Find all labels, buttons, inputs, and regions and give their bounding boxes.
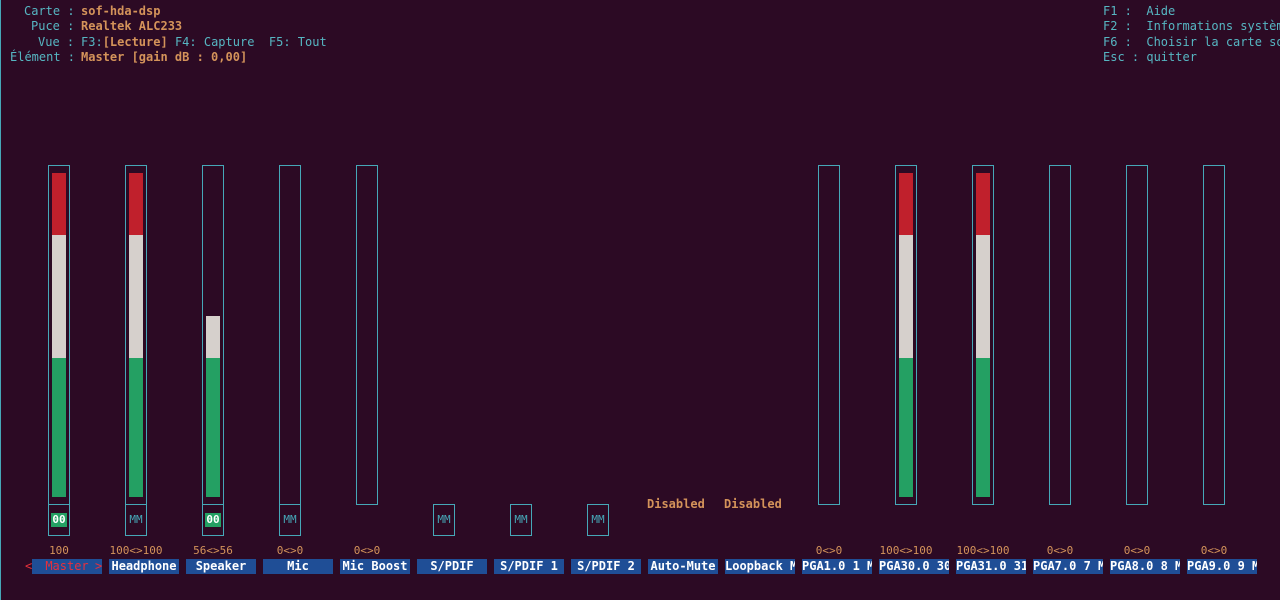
volume-bar-mic[interactable] — [279, 165, 301, 505]
selection-arrow-left: < — [25, 559, 33, 573]
control-name-speaker[interactable]: Speaker — [186, 559, 256, 574]
control-name-s-pdif-1[interactable]: S/PDIF 1 — [494, 559, 564, 574]
volume-value: 56<>56 — [193, 544, 233, 557]
selection-arrow-right: > — [95, 559, 103, 573]
control-name-s-pdif[interactable]: S/PDIF — [417, 559, 487, 574]
volume-bar-pga8-0-8-m[interactable] — [1126, 165, 1148, 505]
volume-fill-white — [976, 234, 990, 358]
mute-toggle-mic[interactable]: MM — [279, 504, 301, 536]
volume-bar-pga30-0-30[interactable] — [895, 165, 917, 505]
control-name-pga9-0-9-m[interactable]: PGA9.0 9 M — [1187, 559, 1257, 574]
control-name-master[interactable]: Master — [32, 559, 102, 574]
control-name-mic-boost[interactable]: Mic Boost — [340, 559, 410, 574]
volume-value: 0<>0 — [276, 544, 304, 557]
volume-bar-pga1-0-1-m[interactable] — [818, 165, 840, 505]
volume-value: 0<>0 — [353, 544, 381, 557]
control-name-pga1-0-1-m[interactable]: PGA1.0 1 M — [802, 559, 872, 574]
control-name-pga8-0-8-m[interactable]: PGA8.0 8 M — [1110, 559, 1180, 574]
control-name-pga31-0-31[interactable]: PGA31.0 31 — [956, 559, 1026, 574]
view-f3-value[interactable]: [Lecture] — [103, 35, 168, 49]
volume-fill-green — [206, 357, 220, 497]
volume-fill-green — [899, 357, 913, 497]
volume-bar-pga9-0-9-m[interactable] — [1203, 165, 1225, 505]
help-f2: F2 : Informations système — [1103, 19, 1280, 33]
volume-bar-mic-boost[interactable] — [356, 165, 378, 505]
control-name-mic[interactable]: Mic — [263, 559, 333, 574]
volume-value: 100<>100 — [956, 544, 1010, 557]
volume-fill-red — [899, 173, 913, 235]
volume-value: 0<>0 — [1200, 544, 1228, 557]
mute-toggle-s-pdif-2[interactable]: MM — [587, 504, 609, 536]
control-name-loopback-m[interactable]: Loopback M — [725, 559, 795, 574]
mute-toggle-master[interactable]: 00 — [48, 504, 70, 536]
volume-bar-pga31-0-31[interactable] — [972, 165, 994, 505]
mute-toggle-speaker[interactable]: 00 — [202, 504, 224, 536]
mute-state: MM — [514, 513, 528, 526]
mute-state: MM — [283, 513, 297, 526]
volume-fill-white — [899, 234, 913, 358]
volume-fill-green — [976, 357, 990, 497]
volume-fill-white — [52, 234, 66, 358]
volume-value: 100<>100 — [109, 544, 163, 557]
view-f4[interactable]: F4: Capture — [168, 35, 254, 49]
control-name-headphone[interactable]: Headphone — [109, 559, 179, 574]
volume-bar-headphone[interactable] — [125, 165, 147, 505]
volume-value: 100<>100 — [879, 544, 933, 557]
volume-value: 0<>0 — [1046, 544, 1074, 557]
status-text: Disabled — [724, 497, 782, 511]
volume-fill-red — [52, 173, 66, 235]
mute-toggle-s-pdif[interactable]: MM — [433, 504, 455, 536]
element-value: Master [gain dB : 0,00] — [81, 50, 248, 64]
mute-state: MM — [437, 513, 451, 526]
view-f5[interactable]: F5: Tout — [254, 35, 327, 49]
volume-fill-white — [206, 315, 220, 358]
volume-fill-green — [129, 357, 143, 497]
control-name-auto-mute[interactable]: Auto-Mute — [648, 559, 718, 574]
element-label: Élément : — [10, 50, 76, 64]
mute-state: MM — [591, 513, 605, 526]
help-f1: F1 : Aide — [1103, 4, 1176, 18]
mute-state: 00 — [205, 513, 221, 527]
status-text: Disabled — [647, 497, 705, 511]
control-name-s-pdif-2[interactable]: S/PDIF 2 — [571, 559, 641, 574]
help-esc: Esc : quitter — [1103, 50, 1197, 64]
card-label: Carte : — [24, 4, 75, 18]
volume-bar-master[interactable] — [48, 165, 70, 505]
chip-label: Puce : — [31, 19, 75, 33]
volume-fill-red — [129, 173, 143, 235]
control-name-pga30-0-30[interactable]: PGA30.0 30 — [879, 559, 949, 574]
volume-fill-white — [129, 234, 143, 358]
volume-value: 0<>0 — [815, 544, 843, 557]
volume-bar-speaker[interactable] — [202, 165, 224, 505]
volume-fill-green — [52, 357, 66, 497]
mute-state: MM — [129, 513, 143, 526]
volume-value: 100 — [49, 544, 69, 557]
help-f6: F6 : Choisir la carte son — [1103, 35, 1280, 49]
volume-fill-red — [976, 173, 990, 235]
terminal-border — [0, 0, 1, 600]
chip-value: Realtek ALC233 — [81, 19, 183, 33]
view-f3-key[interactable]: F3: — [81, 35, 103, 49]
mute-state: 00 — [51, 513, 67, 527]
volume-value: 0<>0 — [1123, 544, 1151, 557]
view-options: F3:[Lecture] F4: Capture F5: Tout — [81, 35, 327, 50]
mute-toggle-headphone[interactable]: MM — [125, 504, 147, 536]
view-label: Vue : — [38, 35, 75, 49]
control-name-pga7-0-7-m[interactable]: PGA7.0 7 M — [1033, 559, 1103, 574]
mute-toggle-s-pdif-1[interactable]: MM — [510, 504, 532, 536]
card-value: sof-hda-dsp — [81, 4, 161, 18]
volume-bar-pga7-0-7-m[interactable] — [1049, 165, 1071, 505]
